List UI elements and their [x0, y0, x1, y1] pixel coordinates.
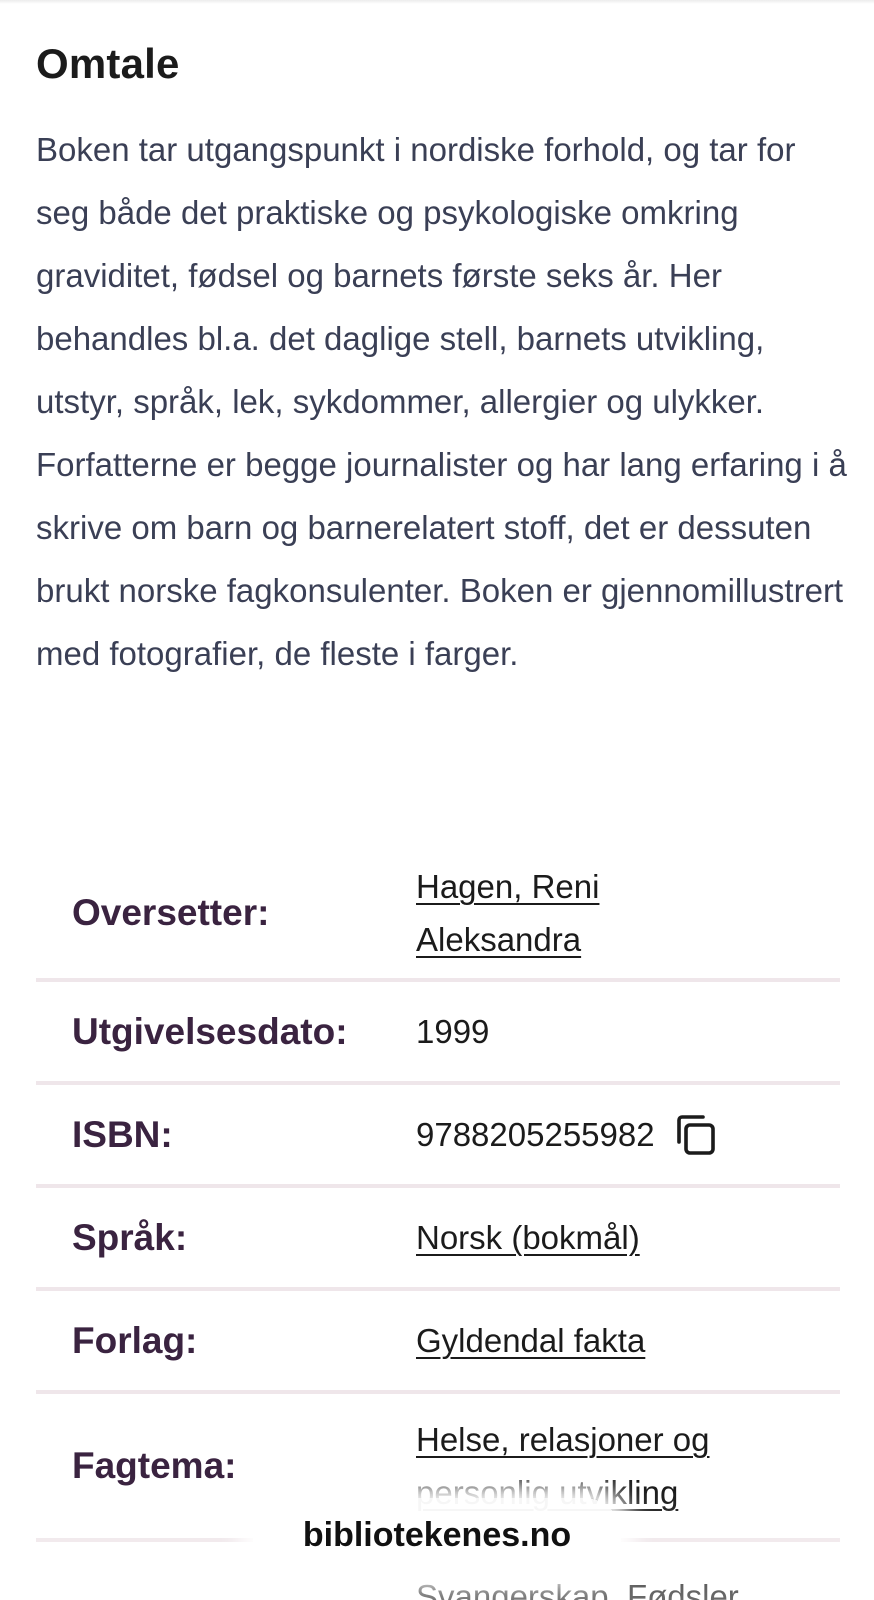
publisher-label: Forlag: [72, 1319, 198, 1361]
language-value: Norsk (bokmål) [416, 1211, 840, 1264]
release-date-value: 1999 [416, 1013, 490, 1050]
details-row-language: Språk: Norsk (bokmål) [36, 1188, 840, 1291]
section-title: Omtale [36, 40, 180, 87]
isbn-label: ISBN: [72, 1113, 173, 1155]
site-address-pill[interactable]: bibliotekenes.no [252, 1498, 622, 1572]
details-row-publisher: Forlag: Gyldendal fakta [36, 1291, 840, 1394]
page: Omtale Boken tar utgangspunkt i nordiske… [0, 0, 874, 1600]
topic-line-1: Helse, relasjoner og [416, 1421, 710, 1458]
details-row-release-date: Utgivelsesdato: 1999 [36, 982, 840, 1085]
book-description: Boken tar utgangspunkt i nordiske forhol… [36, 131, 847, 672]
release-date-label: Utgivelsesdato: [72, 1010, 348, 1052]
publisher-link[interactable]: Gyldendal fakta [416, 1322, 645, 1359]
publisher-value: Gyldendal fakta [416, 1314, 840, 1367]
isbn-value-wrap: 9788205255982 [416, 1108, 840, 1161]
topic-link-2[interactable]: Svangerskap, Fødsler [416, 1578, 739, 1600]
details-row-isbn: ISBN: 9788205255982 [36, 1085, 840, 1188]
topic-label: Fagtema: [72, 1445, 237, 1486]
details-row-translator: Oversetter: Hagen, Reni Aleksandra [36, 848, 840, 982]
top-divider [0, 0, 874, 4]
copy-icon[interactable] [673, 1112, 719, 1158]
language-link[interactable]: Norsk (bokmål) [416, 1219, 640, 1256]
translator-label: Oversetter: [72, 892, 270, 933]
translator-value: Hagen, Reni Aleksandra [416, 860, 840, 966]
translator-line-2: Aleksandra [416, 921, 582, 958]
topic-continued-value: Svangerskap, Fødsler [416, 1570, 840, 1600]
translator-line-1: Hagen, Reni [416, 868, 600, 905]
details-table: Oversetter: Hagen, Reni Aleksandra Utgive… [36, 848, 840, 1600]
language-label: Språk: [72, 1216, 188, 1258]
isbn-value: 9788205255982 [416, 1116, 655, 1153]
translator-link[interactable]: Hagen, Reni Aleksandra [416, 868, 599, 958]
